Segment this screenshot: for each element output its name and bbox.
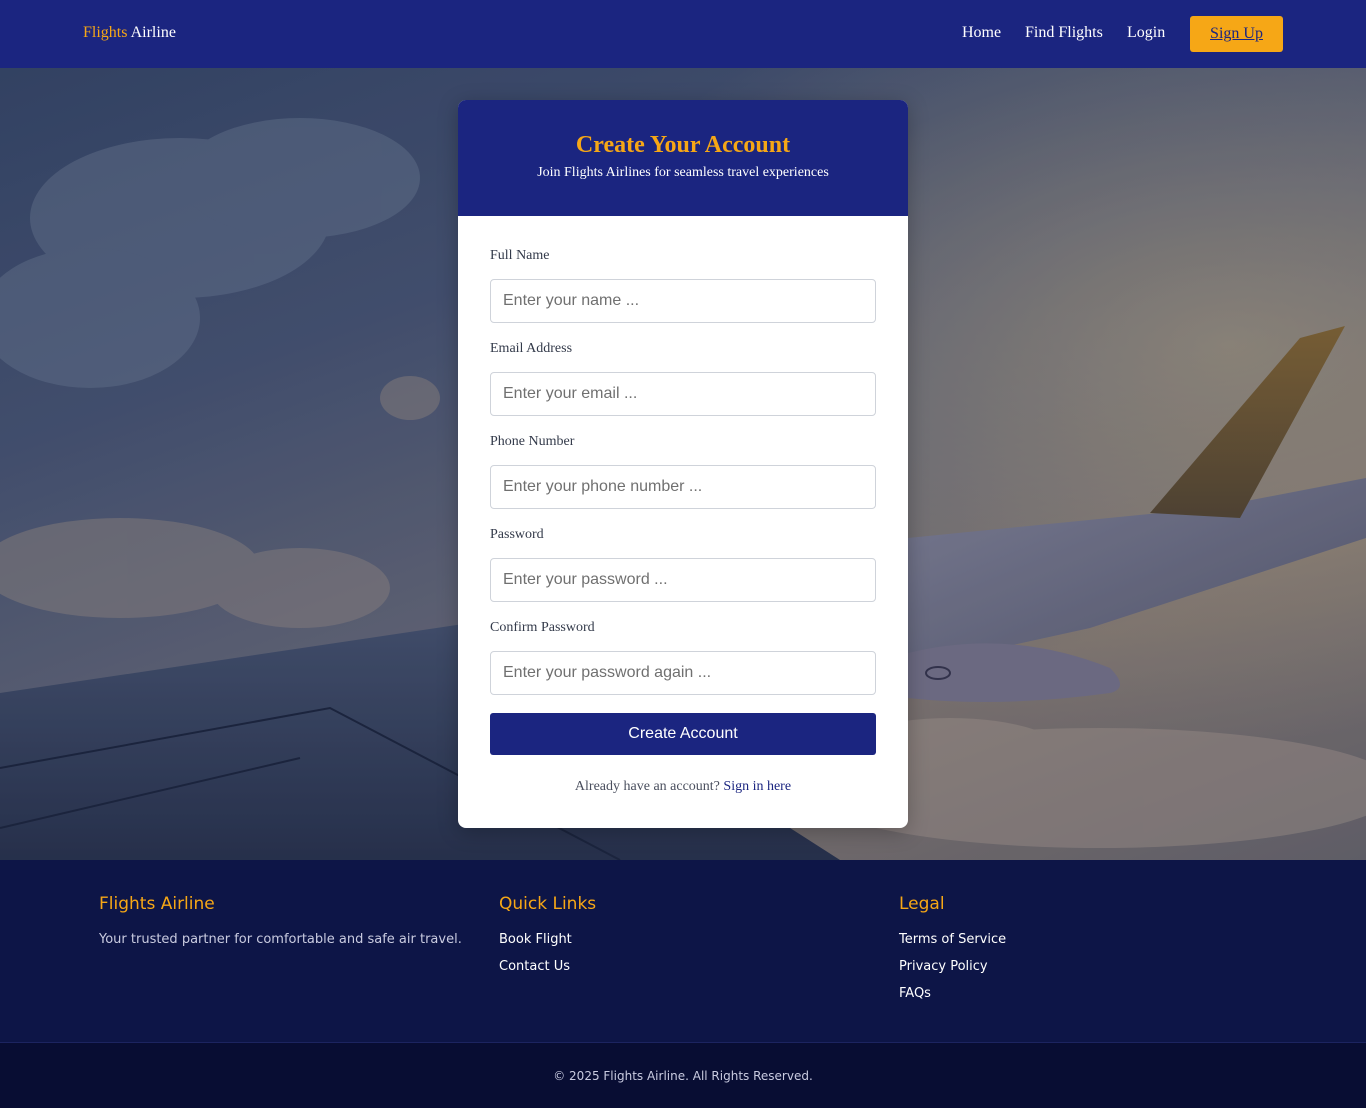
footer-quick-links-title: Quick Links bbox=[499, 894, 597, 914]
nav-home-link[interactable]: Home bbox=[962, 24, 1001, 42]
site-footer: Flights Airline Your trusted partner for… bbox=[0, 860, 1366, 1042]
email-input[interactable] bbox=[490, 372, 876, 416]
copyright-text: © 2025 Flights Airline. All Rights Reser… bbox=[553, 1069, 813, 1083]
footer-link-contact-us[interactable]: Contact Us bbox=[499, 959, 596, 974]
footer-link-terms[interactable]: Terms of Service bbox=[899, 932, 1006, 947]
footer-link-privacy[interactable]: Privacy Policy bbox=[899, 959, 1006, 974]
footer-legal-column: Legal Terms of Service Privacy Policy FA… bbox=[899, 894, 1006, 1001]
password-label: Password bbox=[490, 527, 544, 542]
signup-button[interactable]: Sign Up bbox=[1190, 16, 1283, 52]
full-name-group: Full Name bbox=[490, 248, 876, 323]
signin-prompt-text: Already have an account? bbox=[574, 779, 720, 794]
nav-login-link[interactable]: Login bbox=[1127, 24, 1165, 42]
footer-quick-links-column: Quick Links Book Flight Contact Us bbox=[499, 894, 596, 974]
footer-link-faqs[interactable]: FAQs bbox=[899, 986, 1006, 1001]
footer-brand-text: Your trusted partner for comfortable and… bbox=[99, 932, 462, 947]
site-header: Flights Airline Home Find Flights Login … bbox=[0, 0, 1366, 68]
footer-link-book-flight[interactable]: Book Flight bbox=[499, 932, 596, 947]
confirm-password-input[interactable] bbox=[490, 651, 876, 695]
password-input[interactable] bbox=[490, 558, 876, 602]
footer-brand-title: Flights Airline bbox=[99, 894, 215, 914]
full-name-label: Full Name bbox=[490, 248, 550, 263]
email-group: Email Address bbox=[490, 341, 876, 416]
create-account-button[interactable]: Create Account bbox=[490, 713, 876, 755]
confirm-password-group: Confirm Password bbox=[490, 620, 876, 695]
brand-accent-text: Flights bbox=[83, 24, 128, 41]
form-subtitle: Join Flights Airlines for seamless trave… bbox=[537, 165, 829, 180]
signup-card: Create Your Account Join Flights Airline… bbox=[458, 100, 908, 828]
signin-prompt-row: Already have an account? Sign in here bbox=[458, 779, 908, 795]
footer-brand-column: Flights Airline Your trusted partner for… bbox=[99, 894, 462, 947]
phone-group: Phone Number bbox=[490, 434, 876, 509]
copyright-bar: © 2025 Flights Airline. All Rights Reser… bbox=[0, 1042, 1366, 1108]
signin-link[interactable]: Sign in here bbox=[723, 779, 791, 794]
nav-find-flights-link[interactable]: Find Flights bbox=[1025, 24, 1103, 42]
phone-input[interactable] bbox=[490, 465, 876, 509]
email-label: Email Address bbox=[490, 341, 573, 356]
phone-label: Phone Number bbox=[490, 434, 575, 449]
full-name-input[interactable] bbox=[490, 279, 876, 323]
brand-text: Airline bbox=[130, 24, 176, 41]
brand-logo[interactable]: Flights Airline bbox=[83, 24, 176, 42]
confirm-password-label: Confirm Password bbox=[490, 620, 595, 635]
password-group: Password bbox=[490, 527, 876, 602]
form-title: Create Your Account bbox=[575, 132, 791, 158]
footer-legal-title: Legal bbox=[899, 894, 945, 914]
card-header: Create Your Account Join Flights Airline… bbox=[458, 100, 908, 216]
